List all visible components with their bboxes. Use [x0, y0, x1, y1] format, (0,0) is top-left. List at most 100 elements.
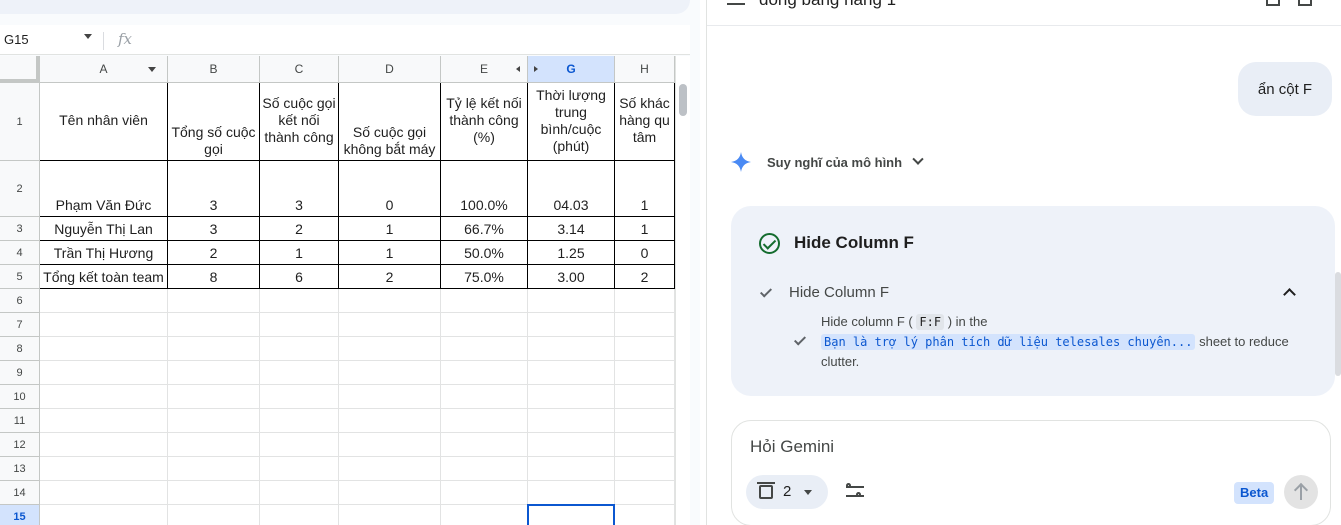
- panel-scrollbar-thumb[interactable]: [1335, 272, 1341, 376]
- cell-a8[interactable]: [40, 337, 168, 361]
- cell-c15[interactable]: [260, 505, 339, 525]
- cell-g5[interactable]: 3.00: [528, 265, 615, 289]
- tune-icon[interactable]: [846, 483, 864, 499]
- cell-d10[interactable]: [339, 385, 441, 409]
- row-header-8[interactable]: 8: [0, 337, 40, 361]
- column-header-c[interactable]: C: [260, 56, 339, 83]
- cell-e2[interactable]: 100.0%: [441, 161, 528, 217]
- cell-g9[interactable]: [528, 361, 615, 385]
- row-header-13[interactable]: 13: [0, 457, 40, 481]
- cell-a14[interactable]: [40, 481, 168, 505]
- column-header-d[interactable]: D: [339, 56, 441, 83]
- tools-chip[interactable]: 2: [746, 475, 828, 509]
- cell-e15[interactable]: [441, 505, 528, 525]
- cell-e13[interactable]: [441, 457, 528, 481]
- cell-c12[interactable]: [260, 433, 339, 457]
- column-header-b[interactable]: B: [168, 56, 260, 83]
- cell-d2[interactable]: 0: [339, 161, 441, 217]
- cell-b6[interactable]: [168, 289, 260, 313]
- prompt-input-box[interactable]: Hỏi Gemini 2 Beta: [731, 420, 1331, 525]
- cell-c11[interactable]: [260, 409, 339, 433]
- cell-g7[interactable]: [528, 313, 615, 337]
- cell-h15[interactable]: [615, 505, 675, 525]
- row-header-10[interactable]: 10: [0, 385, 40, 409]
- name-box[interactable]: G15: [4, 32, 29, 47]
- cell-h7[interactable]: [615, 313, 675, 337]
- cell-h1[interactable]: Số khác hàng qu tâm: [615, 83, 675, 161]
- cell-e6[interactable]: [441, 289, 528, 313]
- cell-g14[interactable]: [528, 481, 615, 505]
- column-menu-icon[interactable]: [148, 67, 156, 72]
- menu-icon[interactable]: [727, 0, 745, 5]
- cell-b13[interactable]: [168, 457, 260, 481]
- row-header-15[interactable]: 15: [0, 505, 40, 525]
- send-button[interactable]: [1284, 475, 1318, 509]
- unhide-right-arrow-icon[interactable]: [534, 66, 538, 72]
- column-header-g[interactable]: G: [528, 56, 615, 83]
- cell-e8[interactable]: [441, 337, 528, 361]
- cell-h11[interactable]: [615, 409, 675, 433]
- cell-c6[interactable]: [260, 289, 339, 313]
- cell-d4[interactable]: 1: [339, 241, 441, 265]
- cell-b15[interactable]: [168, 505, 260, 525]
- cell-d11[interactable]: [339, 409, 441, 433]
- sheet-link[interactable]: Bạn là trợ lý phân tích dữ liệu telesale…: [821, 334, 1196, 350]
- cell-g11[interactable]: [528, 409, 615, 433]
- cell-b7[interactable]: [168, 313, 260, 337]
- cell-e14[interactable]: [441, 481, 528, 505]
- cell-e9[interactable]: [441, 361, 528, 385]
- cell-e1[interactable]: Tỷ lệ kết nối thành công (%): [441, 83, 528, 161]
- cell-a2[interactable]: Phạm Văn Đức: [40, 161, 168, 217]
- cell-a15[interactable]: [40, 505, 168, 525]
- cell-e11[interactable]: [441, 409, 528, 433]
- cell-a10[interactable]: [40, 385, 168, 409]
- cell-b14[interactable]: [168, 481, 260, 505]
- cell-c14[interactable]: [260, 481, 339, 505]
- cell-b12[interactable]: [168, 433, 260, 457]
- cell-e4[interactable]: 50.0%: [441, 241, 528, 265]
- selected-cell-g15[interactable]: [527, 504, 615, 525]
- column-header-h[interactable]: H: [615, 56, 675, 83]
- row-header-11[interactable]: 11: [0, 409, 40, 433]
- cell-b4[interactable]: 2: [168, 241, 260, 265]
- cell-a4[interactable]: Trần Thị Hương: [40, 241, 168, 265]
- cell-h9[interactable]: [615, 361, 675, 385]
- cell-d7[interactable]: [339, 313, 441, 337]
- cell-h3[interactable]: 1: [615, 217, 675, 241]
- cell-c10[interactable]: [260, 385, 339, 409]
- cell-a6[interactable]: [40, 289, 168, 313]
- cell-h6[interactable]: [615, 289, 675, 313]
- cell-g4[interactable]: 1.25: [528, 241, 615, 265]
- cell-d9[interactable]: [339, 361, 441, 385]
- cell-a13[interactable]: [40, 457, 168, 481]
- history-icon[interactable]: [1298, 0, 1312, 6]
- cell-h5[interactable]: 2: [615, 265, 675, 289]
- cell-h4[interactable]: 0: [615, 241, 675, 265]
- cell-a7[interactable]: [40, 313, 168, 337]
- cell-b9[interactable]: [168, 361, 260, 385]
- row-header-3[interactable]: 3: [0, 217, 40, 241]
- prompt-input[interactable]: Hỏi Gemini: [750, 437, 834, 457]
- cell-g12[interactable]: [528, 433, 615, 457]
- cell-d6[interactable]: [339, 289, 441, 313]
- cell-e3[interactable]: 66.7%: [441, 217, 528, 241]
- cell-c5[interactable]: 6: [260, 265, 339, 289]
- row-header-9[interactable]: 9: [0, 361, 40, 385]
- cell-h10[interactable]: [615, 385, 675, 409]
- cell-b1[interactable]: Tổng số cuộc gọi: [168, 83, 260, 161]
- cell-c3[interactable]: 2: [260, 217, 339, 241]
- cell-h12[interactable]: [615, 433, 675, 457]
- cell-d5[interactable]: 2: [339, 265, 441, 289]
- cell-e5[interactable]: 75.0%: [441, 265, 528, 289]
- cell-c1[interactable]: Số cuộc gọi kết nối thành công: [260, 83, 339, 161]
- thinking-toggle[interactable]: Suy nghĩ của mô hình: [731, 152, 924, 172]
- row-header-1[interactable]: 1: [0, 83, 40, 161]
- unhide-left-arrow-icon[interactable]: [516, 66, 520, 72]
- cell-a1[interactable]: Tên nhân viên: [40, 83, 168, 161]
- cell-d1[interactable]: Số cuộc gọi không bắt máy: [339, 83, 441, 161]
- cell-g6[interactable]: [528, 289, 615, 313]
- row-header-4[interactable]: 4: [0, 241, 40, 265]
- cell-a9[interactable]: [40, 361, 168, 385]
- cell-g3[interactable]: 3.14: [528, 217, 615, 241]
- cell-a5[interactable]: Tổng kết toàn team: [40, 265, 168, 289]
